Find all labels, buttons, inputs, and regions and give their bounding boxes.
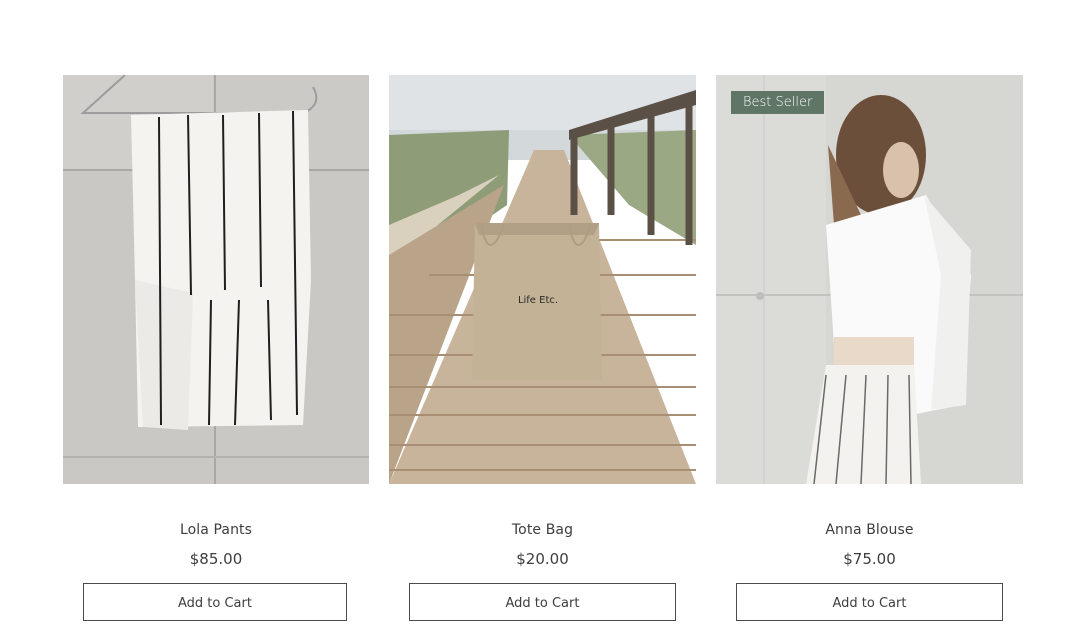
product-image-tote-bag[interactable]: Life Etc. [389,75,696,484]
product-price: $20.00 [516,550,569,568]
product-card-anna-blouse[interactable]: Best Seller Anna Blouse $75.00 Add to Ca… [716,75,1023,621]
white-blouse-image [716,75,1023,484]
product-name[interactable]: Tote Bag [389,522,696,538]
product-image-lola-pants[interactable] [63,75,369,484]
product-card-tote-bag[interactable]: Life Etc. Tote Bag $20.00 Add to Cart [389,75,696,621]
add-to-cart-button[interactable]: Add to Cart [736,583,1003,621]
product-image-anna-blouse[interactable]: Best Seller [716,75,1023,484]
bag-print-text: Life Etc. [518,295,558,306]
product-price: $75.00 [843,550,896,568]
add-to-cart-button[interactable]: Add to Cart [409,583,676,621]
product-price: $85.00 [189,550,243,568]
product-name[interactable]: Lola Pants [63,522,369,538]
product-name[interactable]: Anna Blouse [716,522,1023,538]
product-card-lola-pants[interactable]: Lola Pants $85.00 Add to Cart [63,75,369,621]
product-gallery: Lola Pants $85.00 Add to Cart Life Etc. … [0,0,1066,642]
best-seller-ribbon: Best Seller [731,91,825,114]
add-to-cart-button[interactable]: Add to Cart [83,583,347,621]
tote-bag-image: Life Etc. [389,75,696,484]
striped-pants-image [63,75,369,484]
